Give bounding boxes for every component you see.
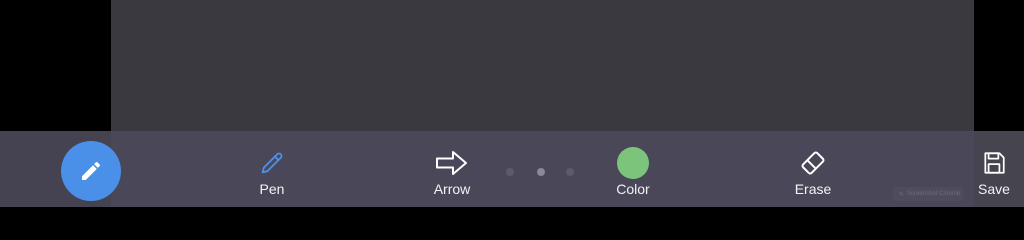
- color-tool-label: Color: [616, 181, 650, 197]
- arrow-tool-label: Arrow: [433, 181, 471, 197]
- watermark-text: Screenshot Chrome: [907, 191, 961, 197]
- page-indicator: [506, 168, 576, 178]
- drawing-canvas[interactable]: [111, 0, 974, 131]
- color-swatch-icon: [613, 147, 653, 179]
- pen-tool-button[interactable]: Pen: [242, 131, 302, 207]
- eraser-icon: [793, 148, 833, 178]
- save-label: Save: [978, 181, 1010, 197]
- pen-icon: [252, 148, 292, 178]
- erase-tool-label: Erase: [794, 181, 832, 197]
- watermark: ✎ Screenshot Chrome: [893, 187, 963, 201]
- floppy-disk-icon: [974, 148, 1014, 178]
- erase-tool-button[interactable]: Erase: [783, 131, 843, 207]
- pencil-icon: [82, 161, 101, 180]
- page-dot: [506, 168, 514, 176]
- page-dot: [566, 168, 574, 176]
- arrow-tool-button[interactable]: Arrow: [422, 131, 482, 207]
- save-button[interactable]: Save: [970, 131, 1018, 207]
- watermark-pencil-icon: ✎: [899, 191, 905, 198]
- arrow-right-icon: [432, 148, 472, 178]
- page-dot-active: [537, 168, 545, 176]
- drawing-toolbar: Pen Arrow Color Erase ✎ Screenshot Chrom…: [0, 131, 1024, 207]
- color-swatch: [617, 147, 649, 179]
- color-tool-button[interactable]: Color: [603, 131, 663, 207]
- pen-tool-label: Pen: [259, 181, 285, 197]
- edit-fab-button[interactable]: [61, 141, 121, 201]
- screen: Pen Arrow Color Erase ✎ Screenshot Chrom…: [0, 0, 1024, 207]
